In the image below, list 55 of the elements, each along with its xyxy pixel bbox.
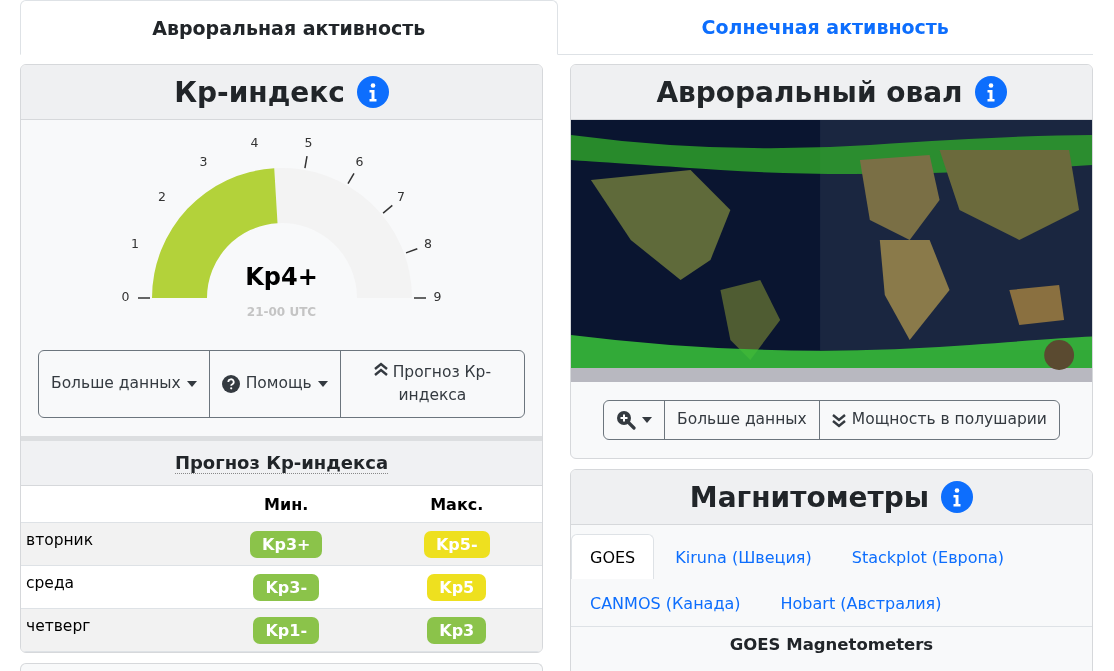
tick-label: 8 — [423, 235, 434, 251]
menu-button[interactable]: Помощь — [208, 351, 340, 417]
day-label: среда — [25, 574, 76, 592]
tick-mark — [412, 297, 427, 299]
tick-label: 2 — [157, 188, 167, 204]
kp-badge: Kp5- — [423, 530, 490, 558]
tick-label: 7 — [396, 188, 406, 204]
section-title: Прогноз Кр-индекса — [174, 452, 389, 474]
info-icon[interactable] — [941, 481, 974, 513]
card-title: Кр-индекс — [174, 75, 345, 109]
tab[interactable]: Hobart (Австралия) — [761, 580, 961, 626]
caret-icon — [317, 381, 328, 387]
double-chevron-up-icon — [373, 361, 388, 377]
tab[interactable]: CANMOS (Канада) — [571, 580, 760, 626]
menu-button[interactable]: Мощность в полушарии — [818, 401, 1059, 439]
chart-title: GOES Magnetometers — [728, 634, 935, 654]
column-header: Макс. — [429, 494, 485, 514]
tick-label: 0 — [120, 289, 131, 304]
menu-button[interactable]: Больше данных — [664, 401, 819, 439]
tick-label: 3 — [198, 153, 209, 169]
kp-badge: Kp3- — [253, 573, 320, 601]
tab[interactable]: Авроральная активность — [20, 0, 558, 55]
tick-mark — [303, 155, 308, 169]
kp-badge: Kp3 — [427, 616, 487, 644]
tick-label: 5 — [303, 135, 314, 151]
tab[interactable]: Kiruna (Швеция) — [656, 534, 831, 580]
tick-mark — [381, 204, 393, 214]
help-icon — [221, 375, 240, 393]
tab[interactable]: GOES — [571, 534, 655, 579]
column-header: Мин. — [263, 494, 310, 514]
card-title: Авроральный овал — [656, 75, 963, 109]
tick-mark — [136, 297, 151, 299]
tick-label: 1 — [129, 235, 140, 251]
menu-button[interactable]: Больше данных — [39, 351, 209, 417]
tick-mark — [346, 172, 355, 185]
caret-icon — [642, 417, 653, 423]
day-label: четверг — [25, 617, 92, 635]
info-icon[interactable] — [356, 76, 389, 108]
kp-badge: Kp3+ — [250, 530, 323, 558]
tick-label: 4 — [249, 135, 260, 151]
double-chevron-down-icon — [831, 412, 846, 428]
kp-badge: Kp5 — [427, 573, 487, 601]
caret-icon — [186, 381, 197, 387]
kp-badge: Kp1- — [253, 616, 320, 644]
day-label: вторник — [25, 531, 95, 549]
tick-mark — [404, 248, 418, 254]
tick-label: 9 — [432, 289, 443, 304]
tab[interactable]: Солнечная активность — [557, 0, 1093, 54]
tab[interactable]: Stackplot (Европа) — [832, 534, 1023, 580]
zoom-in-icon — [616, 410, 637, 430]
menu-button[interactable]: Прогноз Кр-индекса — [339, 351, 524, 417]
tick-label: 6 — [354, 153, 365, 169]
card-title: Магнитометры — [689, 480, 930, 514]
info-icon[interactable] — [974, 76, 1007, 108]
kp-value: Kp4+ — [244, 263, 319, 291]
